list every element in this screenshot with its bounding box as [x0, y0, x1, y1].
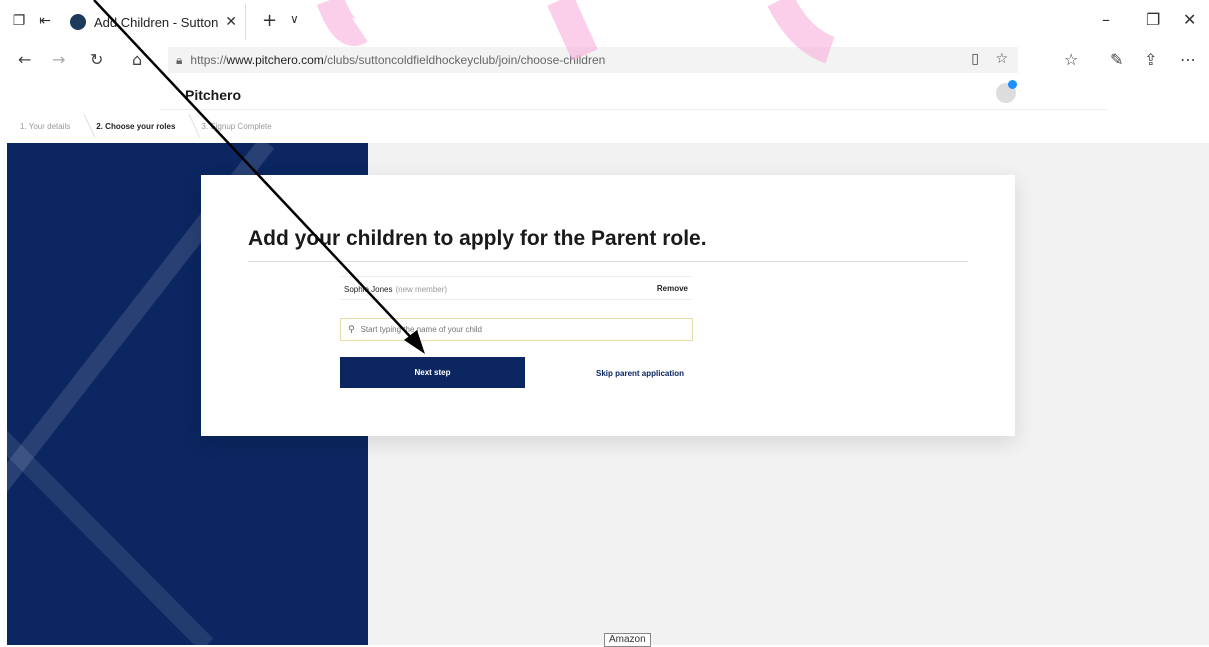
notification-dot [1008, 80, 1017, 89]
step-chevron [70, 114, 96, 138]
tab-title: Add Children - Sutton C [94, 14, 220, 30]
child-search-input[interactable] [360, 325, 685, 334]
url-text: https://www.pitchero.com/clubs/suttoncol… [190, 53, 606, 67]
minimize-icon[interactable]: – [1102, 10, 1110, 29]
child-name: Sophie Jones [344, 285, 393, 294]
back-icon[interactable]: ← [18, 50, 31, 69]
step-signup-complete: 3. Signup Complete [201, 121, 272, 131]
browser-nav-bar: ← → ↻ ⌂ 🔒︎ https://www.pitchero.com/club… [0, 44, 1209, 76]
next-step-button[interactable]: Next step [340, 357, 525, 388]
close-window-icon[interactable]: ✕ [1183, 10, 1196, 29]
share-icon[interactable]: ⇪ [1144, 50, 1157, 69]
tab-menu-chevron-icon[interactable]: ∨ [290, 12, 299, 26]
lock-icon: 🔒︎ [176, 52, 183, 67]
page-title: Add your children to apply for the Paren… [248, 227, 707, 250]
skip-parent-application-link[interactable]: Skip parent application [596, 369, 684, 378]
tab-actions-icon[interactable]: ❐ [10, 12, 28, 30]
add-children-card: Add your children to apply for the Paren… [201, 175, 1015, 436]
child-list-item: Sophie Jones (new member) Remove [340, 276, 692, 300]
address-bar[interactable]: 🔒︎ https://www.pitchero.com/clubs/sutton… [168, 47, 1018, 73]
header-divider [160, 109, 1107, 110]
close-tab-icon[interactable]: ✕ [225, 14, 237, 30]
reading-view-icon[interactable]: ▯ [971, 51, 979, 67]
step-choose-roles: 2. Choose your roles [96, 121, 176, 131]
pitchero-favicon-icon [70, 14, 86, 30]
more-icon[interactable]: ⋯ [1180, 50, 1196, 69]
remove-child-button[interactable]: Remove [657, 284, 688, 293]
child-search-field[interactable]: ⚲ [340, 318, 693, 341]
pen-icon[interactable]: ✎ [1110, 50, 1123, 69]
child-member-tag: (new member) [395, 285, 448, 294]
pitchero-logo[interactable]: Pitchero [185, 87, 241, 103]
favorites-icon[interactable]: ☆ [1064, 50, 1078, 69]
refresh-icon[interactable]: ↻ [90, 50, 103, 69]
title-divider [248, 261, 968, 262]
step-your-details: 1. Your details [20, 121, 71, 131]
browser-tab[interactable]: Add Children - Sutton C ✕ [62, 4, 246, 40]
signup-steps: 1. Your details 2. Choose your roles 3. … [0, 114, 272, 138]
restore-icon[interactable]: ❐ [1146, 10, 1160, 29]
search-icon: ⚲ [348, 324, 355, 335]
step-chevron [175, 114, 202, 138]
browser-tab-bar: ❐ ⇤ Add Children - Sutton C ✕ + ∨ – ❐ ✕ [0, 0, 1209, 44]
site-header: Pitchero 1. Your details 2. Choose your … [0, 76, 1209, 142]
favorite-star-icon[interactable]: ☆ [995, 51, 1008, 67]
new-tab-icon[interactable]: + [262, 10, 277, 31]
set-aside-tabs-icon[interactable]: ⇤ [36, 12, 54, 30]
forward-icon[interactable]: → [52, 50, 65, 69]
home-icon[interactable]: ⌂ [132, 50, 142, 69]
